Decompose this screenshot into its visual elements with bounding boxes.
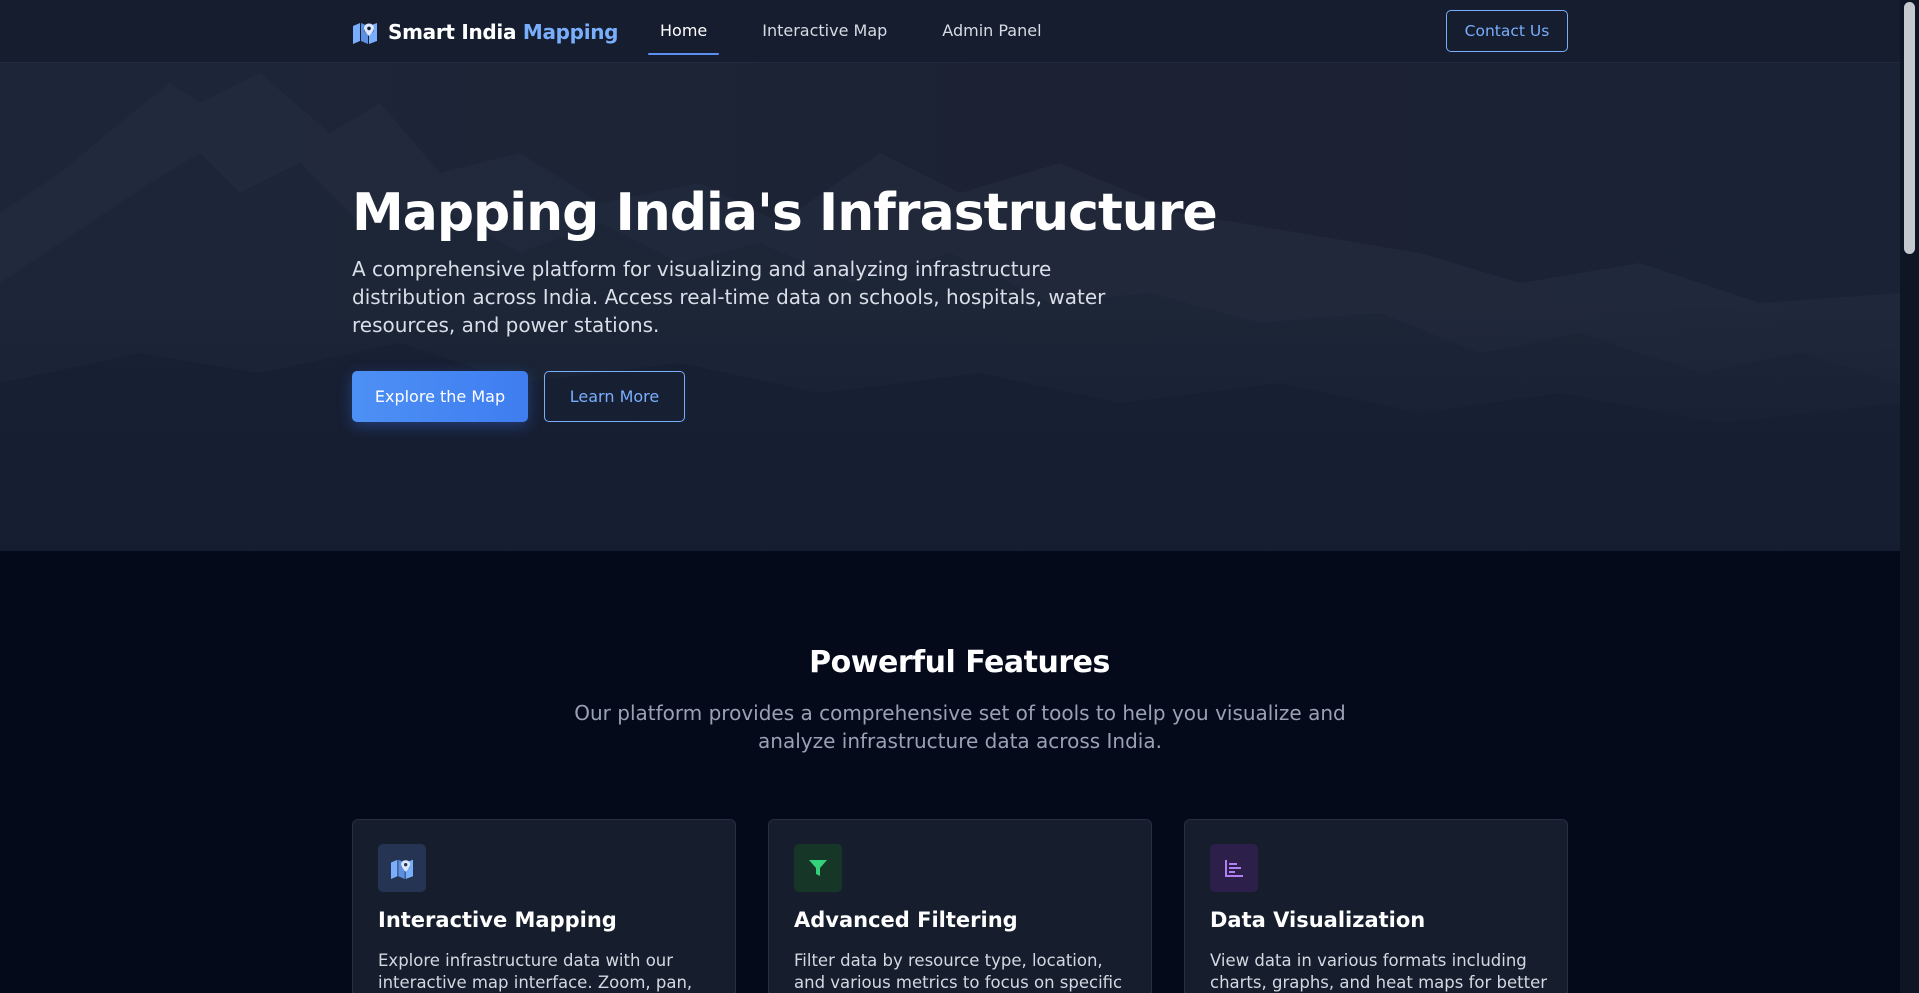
feature-icon-box bbox=[794, 844, 842, 892]
hero-title: Mapping India's Infrastructure bbox=[352, 183, 1218, 243]
page: Smart India Mapping Home Interactive Map… bbox=[0, 0, 1919, 993]
main-nav: Home Interactive Map Admin Panel bbox=[648, 0, 1085, 63]
feature-card-text: Explore infrastructure data with our int… bbox=[378, 951, 693, 992]
nav-home[interactable]: Home bbox=[648, 0, 720, 63]
feature-card-title: Interactive Mapping bbox=[378, 908, 617, 932]
top-navbar: Smart India Mapping Home Interactive Map… bbox=[0, 0, 1900, 63]
brand-name-primary: Smart India bbox=[388, 20, 517, 44]
nav-admin-panel[interactable]: Admin Panel bbox=[930, 0, 1053, 63]
contact-us-button[interactable]: Contact Us bbox=[1446, 10, 1568, 52]
feature-icon-box bbox=[1210, 844, 1258, 892]
hero-description: A comprehensive platform for visualizing… bbox=[352, 257, 1106, 337]
map-marker-icon bbox=[353, 23, 377, 44]
feature-card-title: Data Visualization bbox=[1210, 908, 1426, 932]
brand-name: Smart India Mapping bbox=[388, 20, 619, 44]
map-marker-icon bbox=[391, 859, 413, 879]
nav-interactive-map[interactable]: Interactive Map bbox=[750, 0, 899, 63]
explore-map-button[interactable]: Explore the Map bbox=[352, 371, 528, 422]
brand-name-accent: Mapping bbox=[522, 20, 619, 44]
scrollbar-thumb[interactable] bbox=[1904, 2, 1915, 254]
hero-section: Mapping India's Infrastructure A compreh… bbox=[0, 63, 1900, 551]
features-title: Powerful Features bbox=[809, 645, 1110, 680]
feature-card-advanced-filtering: Advanced Filtering Filter data by resour… bbox=[768, 819, 1152, 993]
feature-card-title: Advanced Filtering bbox=[794, 908, 1018, 932]
learn-more-button[interactable]: Learn More bbox=[544, 371, 685, 422]
feature-card-text: Filter data by resource type, location, … bbox=[794, 951, 1123, 992]
features-subtitle: Our platform provides a comprehensive se… bbox=[574, 701, 1346, 753]
feature-card-data-visualization: Data Visualization View data in various … bbox=[1184, 819, 1568, 993]
page-scrollbar[interactable] bbox=[1900, 0, 1919, 993]
brand-logo-link[interactable]: Smart India Mapping bbox=[352, 18, 619, 46]
features-section: Powerful Features Our platform provides … bbox=[0, 551, 1900, 993]
feature-card-text: View data in various formats including c… bbox=[1210, 951, 1548, 992]
feature-card-interactive-mapping: Interactive Mapping Explore infrastructu… bbox=[352, 819, 736, 993]
feature-icon-box bbox=[378, 844, 426, 892]
bar-chart-icon bbox=[1225, 860, 1243, 877]
filter-icon bbox=[809, 860, 827, 876]
